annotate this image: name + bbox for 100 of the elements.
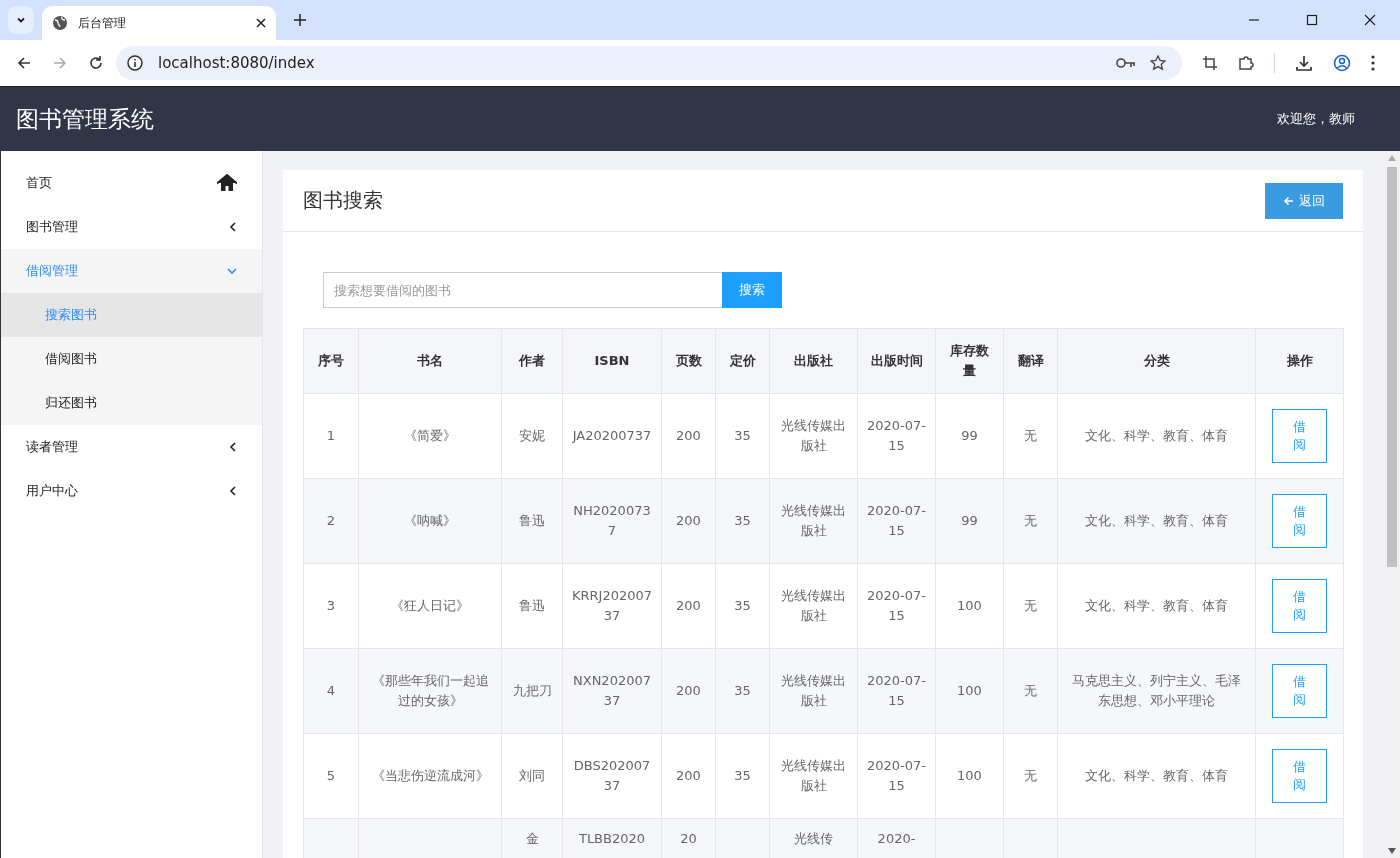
table-cell: 《简爱》 bbox=[358, 393, 502, 479]
table-cell: 5 bbox=[303, 733, 359, 819]
table-cell: 200 bbox=[661, 648, 716, 734]
table-cell: JA20200737 bbox=[562, 393, 662, 479]
card-title: 图书搜索 bbox=[303, 187, 383, 214]
table-cell: 鲁迅 bbox=[501, 563, 563, 649]
more-icon[interactable] bbox=[1371, 55, 1375, 71]
column-header: 页数 bbox=[661, 328, 716, 394]
table-cell: 无 bbox=[1003, 648, 1058, 734]
table-cell: 安妮 bbox=[501, 393, 563, 479]
sidebar-item[interactable]: 图书管理 bbox=[1, 205, 262, 249]
table-cell: 鲁迅 bbox=[501, 478, 563, 564]
sidebar-subitem[interactable]: 搜索图书 bbox=[1, 293, 262, 337]
table-cell: KRRJ20200737 bbox=[562, 563, 662, 649]
welcome-text: 欢迎您，教师 bbox=[1277, 110, 1355, 128]
globe-icon bbox=[52, 15, 68, 31]
table-cell: 光线传 bbox=[769, 818, 858, 858]
borrow-button[interactable]: 借阅 bbox=[1272, 749, 1327, 803]
column-header: 库存数量 bbox=[935, 328, 1004, 394]
arrow-left-icon bbox=[1283, 195, 1294, 206]
key-icon[interactable] bbox=[1116, 57, 1136, 69]
home-icon bbox=[217, 174, 237, 192]
table-cell: 金 bbox=[501, 818, 563, 858]
table-cell: 文化、科学、教育、体育 bbox=[1057, 563, 1256, 649]
maximize-icon[interactable] bbox=[1306, 14, 1318, 26]
borrow-button[interactable]: 借阅 bbox=[1272, 494, 1327, 548]
table-cell: NH20200737 bbox=[562, 478, 662, 564]
close-icon[interactable] bbox=[1364, 14, 1376, 26]
table-cell: 2020-07-15 bbox=[857, 648, 936, 734]
table-cell: 2020- bbox=[857, 818, 936, 858]
table-cell: 200 bbox=[661, 393, 716, 479]
table-cell: 《那些年我们一起追过的女孩》 bbox=[358, 648, 502, 734]
table-cell: 200 bbox=[661, 733, 716, 819]
address-bar[interactable]: localhost:8080/index bbox=[116, 46, 1182, 80]
table-cell: 99 bbox=[935, 393, 1004, 479]
column-header: 分类 bbox=[1057, 328, 1256, 394]
borrow-button[interactable]: 借阅 bbox=[1272, 664, 1327, 718]
chevron-down-icon bbox=[227, 267, 237, 275]
table-cell: TLBB2020 bbox=[562, 818, 662, 858]
table-cell: 100 bbox=[935, 648, 1004, 734]
column-header: 出版社 bbox=[769, 328, 858, 394]
search-field[interactable]: 搜索想要借阅的图书 bbox=[323, 272, 722, 308]
search-button[interactable]: 搜索 bbox=[722, 272, 782, 308]
sidebar-item[interactable]: 用户中心 bbox=[1, 469, 262, 513]
sidebar-item[interactable]: 读者管理 bbox=[1, 425, 262, 469]
column-header: 作者 bbox=[501, 328, 563, 394]
table-cell: 文化、科学、教育、体育 bbox=[1057, 478, 1256, 564]
table-cell: 光线传媒出版社 bbox=[769, 563, 858, 649]
sidebar-subitem[interactable]: 归还图书 bbox=[1, 381, 262, 425]
table-cell: 《当悲伤逆流成河》 bbox=[358, 733, 502, 819]
table-cell: 2020-07-15 bbox=[857, 478, 936, 564]
table-cell: 文化、科学、教育、体育 bbox=[1057, 393, 1256, 479]
browser-tab[interactable]: 后台管理 bbox=[42, 6, 276, 40]
close-icon[interactable] bbox=[256, 18, 266, 28]
column-header: 翻译 bbox=[1003, 328, 1058, 394]
app-title: 图书管理系统 bbox=[16, 104, 154, 134]
chevron-left-icon bbox=[229, 442, 237, 452]
chevron-left-icon bbox=[229, 486, 237, 496]
column-header: ISBN bbox=[562, 328, 662, 394]
table-cell: 35 bbox=[715, 563, 770, 649]
borrow-button[interactable]: 借阅 bbox=[1272, 409, 1327, 463]
table-cell: 2020-07-15 bbox=[857, 393, 936, 479]
new-tab-icon[interactable] bbox=[294, 14, 306, 26]
table-cell: 无 bbox=[1003, 393, 1058, 479]
table-cell: 200 bbox=[661, 478, 716, 564]
crop-icon[interactable] bbox=[1202, 55, 1218, 71]
table-cell: 35 bbox=[715, 733, 770, 819]
back-icon[interactable] bbox=[16, 55, 32, 71]
table-cell: 九把刀 bbox=[501, 648, 563, 734]
download-icon[interactable] bbox=[1295, 54, 1313, 72]
sidebar-item[interactable]: 借阅管理 bbox=[1, 249, 262, 293]
table-cell: 20 bbox=[661, 818, 716, 858]
sidebar-subitem[interactable]: 借阅图书 bbox=[1, 337, 262, 381]
profile-icon[interactable] bbox=[1333, 54, 1351, 72]
scrollbar[interactable] bbox=[1384, 151, 1400, 858]
table-cell: 3 bbox=[303, 563, 359, 649]
reload-icon[interactable] bbox=[88, 55, 104, 71]
column-header: 序号 bbox=[303, 328, 359, 394]
table-cell: 35 bbox=[715, 648, 770, 734]
borrow-button[interactable]: 借阅 bbox=[1272, 579, 1327, 633]
column-header: 定价 bbox=[715, 328, 770, 394]
star-icon[interactable] bbox=[1150, 55, 1166, 71]
back-button[interactable]: 返回 bbox=[1265, 182, 1343, 219]
scroll-down-icon[interactable] bbox=[1388, 848, 1396, 854]
table-cell: 《狂人日记》 bbox=[358, 563, 502, 649]
table-cell: DBS20200737 bbox=[562, 733, 662, 819]
info-icon[interactable] bbox=[126, 54, 144, 72]
puzzle-icon[interactable] bbox=[1238, 55, 1254, 71]
sidebar-item[interactable]: 首页 bbox=[1, 161, 262, 205]
table-cell: 2020-07-15 bbox=[857, 733, 936, 819]
column-header: 操作 bbox=[1255, 328, 1344, 394]
table-cell: 99 bbox=[935, 478, 1004, 564]
table-cell: 光线传媒出版社 bbox=[769, 733, 858, 819]
table-cell: 4 bbox=[303, 648, 359, 734]
scroll-thumb[interactable] bbox=[1387, 167, 1397, 567]
column-header: 书名 bbox=[358, 328, 502, 394]
table-cell: 刘同 bbox=[501, 733, 563, 819]
table-cell: 光线传媒出版社 bbox=[769, 648, 858, 734]
table-cell: NXN20200737 bbox=[562, 648, 662, 734]
table-cell: 无 bbox=[1003, 733, 1058, 819]
